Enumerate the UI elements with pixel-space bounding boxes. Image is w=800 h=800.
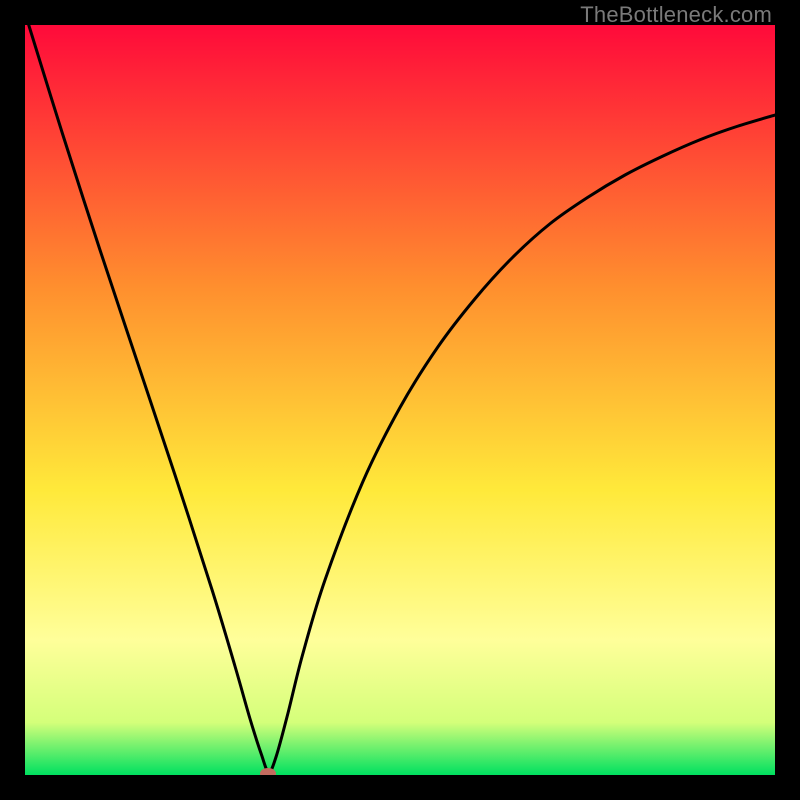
chart-svg [25, 25, 775, 775]
watermark-text: TheBottleneck.com [580, 2, 772, 28]
chart-frame: TheBottleneck.com [0, 0, 800, 800]
gradient-background [25, 25, 775, 775]
plot-area [25, 25, 775, 775]
